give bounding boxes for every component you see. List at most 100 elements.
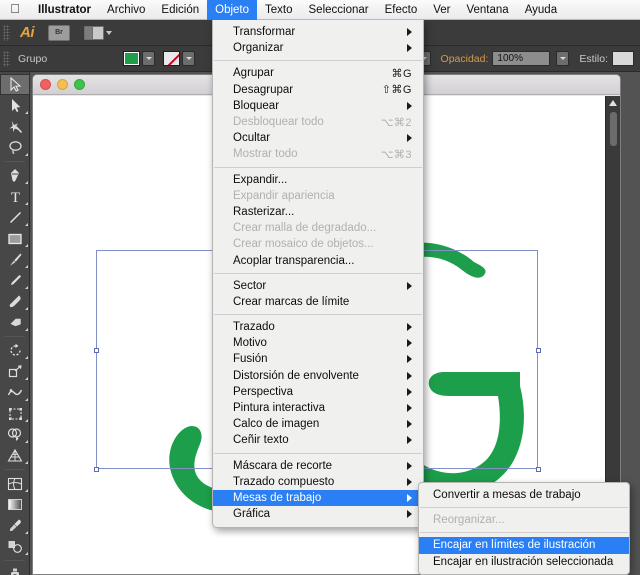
- menu-item-desbloquear-todo: Desbloquear todo ⌥⌘2: [213, 114, 423, 130]
- submenu-arrow-icon: [407, 404, 412, 413]
- macos-menu-bar:  IllustratorArchivoEdiciónObjetoTextoSe…: [0, 0, 640, 20]
- line-segment-tool[interactable]: [0, 207, 30, 228]
- menu-item-label: Expandir apariencia: [233, 189, 335, 202]
- submenu-arrow-icon: [407, 323, 412, 332]
- menu-item-mesas-de-trabajo[interactable]: Mesas de trabajo: [213, 489, 423, 507]
- eyedropper-tool[interactable]: [0, 515, 30, 536]
- menu-bar-item-ayuda[interactable]: Ayuda: [517, 0, 565, 20]
- symbol-sprayer-tool[interactable]: [0, 564, 30, 575]
- rotate-tool[interactable]: [0, 340, 30, 361]
- menu-bar-item-seleccionar[interactable]: Seleccionar: [301, 0, 377, 20]
- blob-brush-tool[interactable]: [0, 291, 30, 312]
- paintbrush-tool[interactable]: [0, 249, 30, 270]
- menu-bar-item-ventana[interactable]: Ventana: [458, 0, 516, 20]
- menu-separator: [214, 60, 422, 62]
- menu-bar-item-archivo[interactable]: Archivo: [99, 0, 153, 20]
- scroll-up-arrow-icon[interactable]: [609, 100, 617, 106]
- menu-item-label: Trazado compuesto: [233, 475, 335, 488]
- menu-item-expandir[interactable]: Expandir...: [213, 172, 423, 188]
- menu-item-bloquear[interactable]: Bloquear: [213, 98, 423, 114]
- mesas-de-trabajo-submenu[interactable]: Convertir a mesas de trabajo Reorganizar.…: [418, 482, 630, 575]
- control-bar-grip-icon[interactable]: [3, 50, 10, 67]
- direct-selection-tool[interactable]: [0, 95, 30, 116]
- mesh-tool[interactable]: [0, 473, 30, 494]
- menu-item-fusión[interactable]: Fusión: [213, 351, 423, 367]
- menu-bar-item-objeto[interactable]: Objeto: [207, 0, 258, 20]
- menu-item-distorsión-de-envolvente[interactable]: Distorsión de envolvente: [213, 368, 423, 384]
- objeto-dropdown-menu[interactable]: Transformar Organizar Agrupar ⌘G Desagrupar ⇧…: [212, 20, 424, 529]
- stroke-control[interactable]: [163, 51, 195, 66]
- menu-item-crear-marcas-de-límite[interactable]: Crear marcas de límite: [213, 294, 423, 310]
- menu-item-label: Sector: [233, 279, 267, 292]
- menu-item-perspectiva[interactable]: Perspectiva: [213, 384, 423, 400]
- menu-item-ceñir-texto[interactable]: Ceñir texto: [213, 432, 423, 448]
- type-tool[interactable]: T: [0, 186, 30, 207]
- menu-item-label: Máscara de recorte: [233, 459, 333, 472]
- fill-dropdown-button[interactable]: [142, 51, 155, 66]
- fill-control[interactable]: [123, 51, 155, 66]
- menu-item-label: Ceñir texto: [233, 434, 289, 447]
- shape-builder-tool[interactable]: [0, 424, 30, 445]
- menu-item-máscara-de-recorte[interactable]: Máscara de recorte: [213, 458, 423, 474]
- workspace-switcher-button[interactable]: [84, 25, 112, 40]
- menu-item-encajar-en-límites-de-ilustración[interactable]: Encajar en límites de ilustración: [419, 537, 629, 554]
- menu-item-calco-de-imagen[interactable]: Calco de imagen: [213, 416, 423, 432]
- menu-bar-item-edici-n[interactable]: Edición: [153, 0, 207, 20]
- eraser-tool[interactable]: [0, 312, 30, 333]
- fill-swatch[interactable]: [123, 51, 140, 66]
- opacity-dropdown-button[interactable]: [556, 51, 570, 66]
- lasso-tool[interactable]: [0, 137, 30, 158]
- menu-bar-item-illustrator[interactable]: Illustrator: [30, 0, 99, 20]
- menu-item-label: Fusión: [233, 353, 268, 366]
- menu-item-transformar[interactable]: Transformar: [213, 24, 423, 40]
- menu-item-label: Mostrar todo: [233, 148, 298, 161]
- menu-item-pintura-interactiva[interactable]: Pintura interactiva: [213, 400, 423, 416]
- menu-bar-item-efecto[interactable]: Efecto: [377, 0, 426, 20]
- selection-handle-bottom-left[interactable]: [93, 466, 99, 472]
- menu-item-convertir-a-mesas-de-trabajo[interactable]: Convertir a mesas de trabajo: [419, 487, 629, 503]
- menu-item-ocultar[interactable]: Ocultar: [213, 130, 423, 146]
- warp-tool[interactable]: [0, 382, 30, 403]
- free-transform-tool[interactable]: [0, 403, 30, 424]
- selection-tool[interactable]: [0, 74, 30, 95]
- pencil-tool[interactable]: [0, 270, 30, 291]
- drag-grip-icon[interactable]: [3, 24, 10, 41]
- selection-handle-left-mid[interactable]: [93, 348, 99, 353]
- selection-handle-bottom-right[interactable]: [535, 466, 541, 472]
- menu-item-motivo[interactable]: Motivo: [213, 335, 423, 351]
- menu-item-gráfica[interactable]: Gráfica: [213, 506, 423, 522]
- submenu-arrow-icon: [407, 477, 412, 486]
- menu-item-organizar[interactable]: Organizar: [213, 40, 423, 56]
- menu-item-rasterizar[interactable]: Rasterizar...: [213, 204, 423, 220]
- menu-item-agrupar[interactable]: Agrupar ⌘G: [213, 65, 423, 81]
- menu-item-label: Pintura interactiva: [233, 402, 326, 415]
- submenu-arrow-icon: [407, 44, 412, 53]
- menu-item-acoplar-transparencia[interactable]: Acoplar transparencia...: [213, 252, 423, 268]
- menu-item-trazado-compuesto[interactable]: Trazado compuesto: [213, 474, 423, 490]
- bridge-button[interactable]: Br: [48, 24, 70, 41]
- svg-text:T: T: [10, 190, 19, 204]
- menu-item-encajar-en-ilustración-seleccionada[interactable]: Encajar en ilustración seleccionada: [419, 554, 629, 570]
- blend-tool[interactable]: [0, 536, 30, 557]
- menu-item-desagrupar[interactable]: Desagrupar ⇧⌘G: [213, 82, 423, 98]
- style-swatch[interactable]: [612, 51, 634, 66]
- apple-icon[interactable]: : [0, 2, 30, 17]
- stroke-dropdown-button[interactable]: [182, 51, 195, 66]
- scale-tool[interactable]: [0, 361, 30, 382]
- selection-handle-right-mid[interactable]: [535, 348, 541, 353]
- pen-tool[interactable]: [0, 165, 30, 186]
- menu-item-sector[interactable]: Sector: [213, 278, 423, 294]
- magic-wand-tool[interactable]: [0, 116, 30, 137]
- menu-item-shortcut: ⌘G: [391, 67, 412, 80]
- menu-separator: [214, 452, 422, 454]
- menu-item-trazado[interactable]: Trazado: [213, 319, 423, 335]
- scrollbar-thumb[interactable]: [610, 112, 617, 146]
- stroke-swatch[interactable]: [163, 51, 180, 66]
- menu-bar-item-texto[interactable]: Texto: [257, 0, 301, 20]
- menu-item-label: Acoplar transparencia...: [233, 254, 355, 267]
- opacity-input[interactable]: 100%: [492, 51, 551, 66]
- menu-bar-item-ver[interactable]: Ver: [425, 0, 458, 20]
- perspective-grid-tool[interactable]: [0, 445, 30, 466]
- rectangle-tool[interactable]: [0, 228, 30, 249]
- gradient-tool[interactable]: [0, 494, 30, 515]
